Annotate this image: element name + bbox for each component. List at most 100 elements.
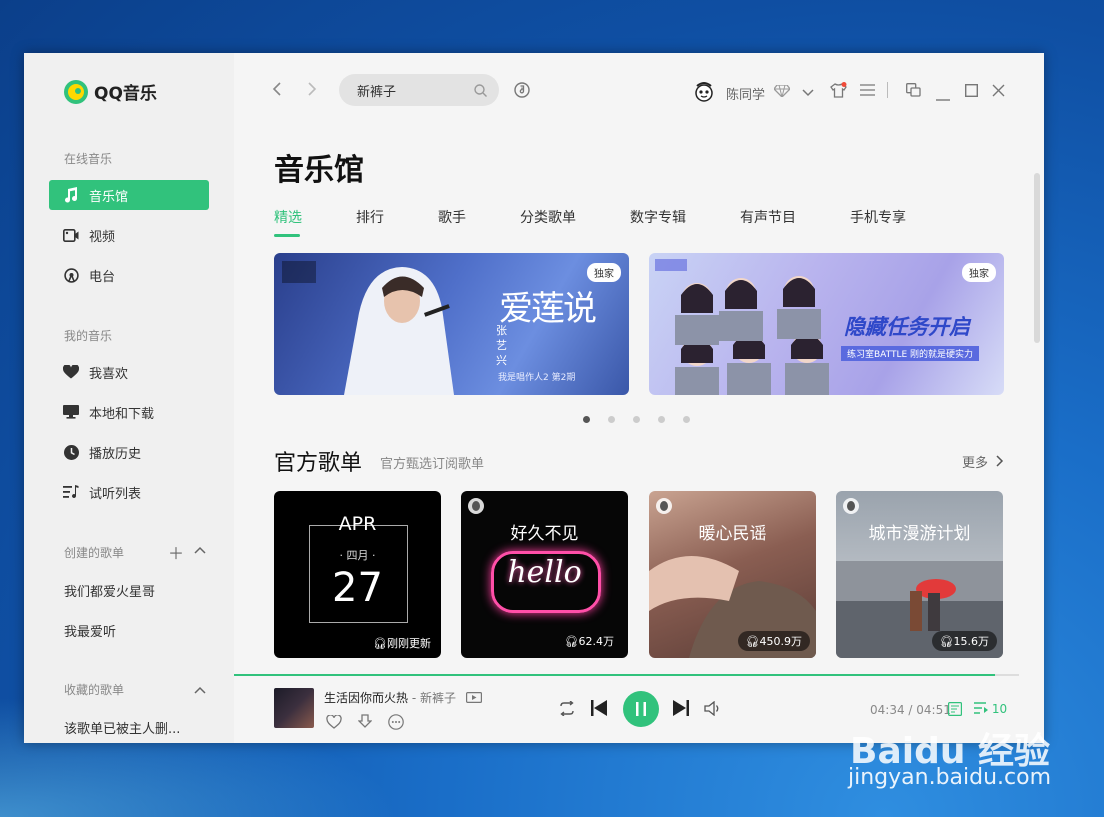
official-globe-icon — [843, 498, 859, 514]
sidebar-item-label: 播放历史 — [89, 446, 142, 462]
music-note-icon — [63, 187, 79, 203]
created-playlist-item[interactable]: 我最爱听 — [64, 621, 116, 640]
song-artist[interactable]: 新裤子 — [420, 691, 456, 705]
sidebar-item-history[interactable]: 播放历史 — [49, 437, 209, 467]
search-input[interactable]: 新裤子 — [339, 74, 499, 106]
pause-button[interactable] — [623, 691, 659, 727]
created-playlist-item[interactable]: 我们都爱火星哥 — [64, 581, 155, 600]
tab-audio-programs[interactable]: 有声节目 — [740, 207, 796, 227]
carousel-dot[interactable] — [633, 416, 640, 423]
headphones-icon: 🎧︎ — [373, 637, 387, 650]
tab-mobile-exclusive[interactable]: 手机专享 — [850, 207, 906, 227]
next-track-icon[interactable] — [673, 700, 689, 716]
calendar-month: APR — [338, 513, 377, 535]
vip-diamond-icon[interactable] — [773, 84, 791, 101]
playlist-card[interactable]: APR · 四月 · 27 🎧︎刚刚更新 — [274, 491, 441, 658]
play-queue-button[interactable]: 10 — [974, 702, 1007, 716]
back-arrow-icon[interactable] — [272, 81, 281, 100]
collected-playlist-item[interactable]: 该歌单已被主人删... — [64, 718, 180, 737]
mv-icon[interactable] — [465, 692, 482, 704]
qq-music-window: QQ音乐 在线音乐 音乐馆 视频 电台 我的音乐 我喜欢 本地和下载 播放历史 … — [24, 53, 1044, 743]
banner-slide[interactable]: 爱莲说 张艺兴 我是唱作人2 第2期 独家 — [274, 253, 629, 395]
playlist-title: 暖心民谣 — [698, 524, 767, 544]
more-label: 更多 — [962, 456, 989, 471]
forward-arrow-icon[interactable] — [308, 81, 317, 100]
banner-subtitle: 练习室BATTLE 刚的就是硬实力 — [841, 346, 980, 361]
carousel-dot[interactable] — [683, 416, 690, 423]
carousel-dot[interactable] — [583, 416, 590, 423]
collapse-chevron-icon[interactable] — [194, 679, 206, 698]
app-logo[interactable]: QQ音乐 — [64, 79, 157, 104]
tab-featured[interactable]: 精选 — [274, 207, 302, 227]
more-options-icon[interactable] — [388, 714, 404, 730]
album-cover[interactable] — [274, 688, 314, 728]
repeat-mode-icon[interactable] — [558, 701, 576, 716]
headphones-icon: 🎧︎ — [564, 635, 579, 648]
playlist-icon — [63, 484, 79, 500]
sidebar-item-local-download[interactable]: 本地和下载 — [49, 397, 209, 427]
carousel-dot[interactable] — [658, 416, 665, 423]
listen-identify-icon[interactable] — [514, 81, 530, 102]
radio-icon — [63, 267, 79, 283]
sidebar-item-label: 视频 — [89, 229, 116, 245]
skin-tshirt-icon[interactable] — [830, 82, 847, 103]
tab-charts[interactable]: 排行 — [356, 207, 384, 227]
add-playlist-icon[interactable]: ＋ — [168, 540, 184, 564]
queue-list-icon — [974, 702, 988, 714]
sidebar-item-trial-list[interactable]: 试听列表 — [49, 477, 209, 507]
minimize-icon[interactable] — [936, 90, 950, 105]
sidebar-item-label: 我喜欢 — [89, 366, 129, 382]
exclusive-badge: 独家 — [587, 263, 621, 282]
collapse-chevron-icon[interactable] — [194, 539, 206, 558]
banner-slide[interactable]: 隐藏任务开启 练习室BATTLE 刚的就是硬实力 独家 — [649, 253, 1004, 395]
like-heart-icon[interactable] — [326, 715, 342, 729]
vertical-scrollbar[interactable] — [1034, 173, 1040, 343]
tab-singers[interactable]: 歌手 — [438, 207, 466, 227]
clock-icon — [63, 444, 79, 460]
calendar-sub: · 四月 · — [339, 549, 376, 562]
user-avatar[interactable] — [694, 80, 714, 106]
monitor-icon — [63, 404, 79, 420]
close-icon[interactable] — [992, 84, 1005, 101]
neon-text: hello — [507, 555, 582, 590]
previous-track-icon[interactable] — [591, 700, 607, 716]
mini-mode-icon[interactable] — [906, 83, 921, 101]
official-globe-icon — [656, 498, 672, 514]
sidebar-item-video[interactable]: 视频 — [49, 220, 209, 250]
sidebar-item-favorites[interactable]: 我喜欢 — [49, 357, 209, 387]
pause-icon — [636, 702, 646, 716]
volume-icon[interactable] — [704, 701, 721, 716]
chevron-right-icon — [996, 455, 1004, 467]
play-count: 🎧︎15.6万 — [931, 631, 997, 651]
song-title[interactable]: 生活因你而火热 — [324, 691, 408, 705]
sidebar-item-label: 音乐馆 — [89, 189, 129, 205]
sidebar-item-radio[interactable]: 电台 — [49, 260, 209, 290]
user-menu-chevron-icon[interactable] — [802, 86, 814, 101]
carousel-dot[interactable] — [608, 416, 615, 423]
watermark-url: jingyan.baidu.com — [848, 765, 1052, 790]
official-globe-icon — [468, 498, 484, 514]
maximize-icon[interactable] — [964, 83, 979, 101]
main-menu-icon[interactable] — [860, 84, 875, 100]
now-playing: 生活因你而火热 - 新裤子 — [324, 689, 482, 706]
sidebar-item-label: 本地和下载 — [89, 406, 155, 422]
download-icon[interactable] — [358, 714, 372, 729]
playlist-title: 好久不见 — [510, 524, 579, 544]
active-tab-underline — [274, 234, 300, 237]
sidebar-item-label: 电台 — [89, 269, 116, 285]
username[interactable]: 陈同学 — [726, 84, 765, 103]
exclusive-badge: 独家 — [962, 263, 996, 282]
playlist-card[interactable]: 城市漫游计划 🎧︎15.6万 — [836, 491, 1003, 658]
banner-title: 隐藏任务开启 — [844, 315, 970, 339]
playlist-card[interactable]: 好久不见 hello 🎧︎62.4万 — [461, 491, 628, 658]
calendar-day: 27 — [332, 565, 383, 611]
lyrics-icon[interactable] — [948, 702, 962, 716]
more-link[interactable]: 更多 — [962, 452, 1004, 471]
search-icon[interactable] — [474, 83, 487, 97]
tab-digital-albums[interactable]: 数字专辑 — [630, 207, 686, 227]
tab-category-playlists[interactable]: 分类歌单 — [520, 207, 576, 227]
video-icon — [63, 227, 79, 243]
app-name: QQ音乐 — [94, 84, 157, 104]
sidebar-item-music-hall[interactable]: 音乐馆 — [49, 180, 209, 210]
playlist-card[interactable]: 暖心民谣 🎧︎450.9万 — [649, 491, 816, 658]
